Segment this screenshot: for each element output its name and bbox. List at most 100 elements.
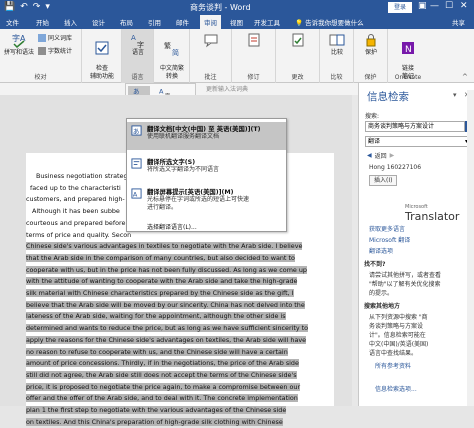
group-label-language: 语言 xyxy=(131,74,144,81)
back-button[interactable]: 返回 xyxy=(375,151,387,160)
search-elsewhere-header: 搜索其他地方 xyxy=(364,303,401,310)
collapse-ribbon-icon[interactable]: ^ xyxy=(462,73,468,81)
not-found-header: 找不到? xyxy=(364,261,386,268)
group-onenote: N 链接 笔记 OneNote xyxy=(388,29,428,83)
not-found-text: 的提示。 xyxy=(369,290,394,297)
svg-text:A: A xyxy=(133,190,138,198)
tab-developer[interactable]: 开发工具 xyxy=(254,17,280,27)
search-input[interactable]: 商务谈判策略与方案设计 xyxy=(365,121,465,132)
window-title: 商务谈判 - Word xyxy=(190,3,251,12)
compare-button[interactable]: 比较 xyxy=(322,32,352,57)
translate-document-icon: あ xyxy=(131,125,142,136)
track-changes-button[interactable] xyxy=(236,32,272,49)
pane-options-icon[interactable]: ▾ xyxy=(453,91,457,99)
tab-home[interactable]: 开始 xyxy=(36,17,49,27)
check-accessibility-button[interactable]: 检查 辅助功能 xyxy=(84,32,120,81)
group-label-protect: 保护 xyxy=(364,74,377,81)
not-found-text: 请尝试其他拼写，或者查看 xyxy=(369,272,442,279)
redo-icon[interactable]: ↷ xyxy=(33,2,41,12)
doc-line: price, it is proposed to negotiate the p… xyxy=(26,382,301,391)
group-chinese-conversion: 繁简 中文简繁 转换 xyxy=(154,29,190,83)
accept-button[interactable] xyxy=(280,32,316,49)
svg-text:字: 字 xyxy=(137,40,144,48)
close-icon[interactable]: ✕ xyxy=(460,1,468,11)
tab-references[interactable]: 引用 xyxy=(148,17,161,27)
research-pane-scrollbar[interactable] xyxy=(467,90,474,406)
research-options-link[interactable]: 信息检索选项... xyxy=(375,385,417,394)
doc-line: that the Arab side in the comparison of … xyxy=(26,253,295,262)
menu-item-translate-selection[interactable]: 翻译所选文字(S) 将所选文字翻译为不同语言 xyxy=(127,155,286,179)
customize-qat-icon[interactable]: ▾ xyxy=(45,2,50,12)
new-comment-button[interactable] xyxy=(194,32,228,49)
doc-line: believe that the Arab side will be moved… xyxy=(26,300,305,309)
microsoft-translator-link[interactable]: Microsoft 翻译 xyxy=(369,236,410,245)
minimize-icon[interactable]: — xyxy=(430,1,439,11)
service-select[interactable]: 翻译▾ xyxy=(365,136,471,147)
group-label-comments: 批注 xyxy=(204,74,217,81)
tab-mailings[interactable]: 邮件 xyxy=(176,17,189,27)
doc-line: with the attitude of wanting to cooperat… xyxy=(26,277,298,286)
get-more-languages-link[interactable]: 获取更多语言 xyxy=(369,225,405,234)
group-protect: 保护 保护 xyxy=(354,29,388,83)
save-icon[interactable]: 💾 xyxy=(4,2,15,12)
doc-line: amount of price concessions. Thirdly, if… xyxy=(26,359,299,368)
tab-file[interactable]: 文件 xyxy=(6,17,19,27)
search-elsewhere-text: 中文(中国)/英语(美国) xyxy=(369,341,429,348)
tab-insert[interactable]: 插入 xyxy=(64,17,77,27)
login-button[interactable]: 登录 xyxy=(388,2,412,13)
compare-icon xyxy=(329,34,345,46)
all-reference-books-link[interactable]: 所有参考资料 xyxy=(375,362,411,371)
protect-button[interactable]: 保护 xyxy=(356,32,386,57)
word-count-icon xyxy=(38,46,46,55)
onenote-icon: N xyxy=(402,42,414,55)
svg-text:あ: あ xyxy=(133,127,139,135)
ribbon-tab-bar: 文件 开始 插入 设计 布局 引用 邮件 审阅 视图 开发工具 💡 告诉我你想要… xyxy=(0,15,474,29)
chinese-conversion-button[interactable]: 繁简 中文简繁 转换 xyxy=(156,32,188,81)
group-compare: 比较 比较 xyxy=(320,29,354,83)
group-label-tracking: 修订 xyxy=(247,74,260,81)
tab-design[interactable]: 设计 xyxy=(92,17,105,27)
tab-review[interactable]: 审阅 xyxy=(200,15,221,29)
tell-me-box[interactable]: 💡 告诉我你想要做什么 xyxy=(295,17,364,27)
thesaurus-button[interactable]: 同义词库 xyxy=(38,33,72,42)
undo-icon[interactable]: ↶ xyxy=(20,2,28,12)
spelling-check-icon: 字A xyxy=(12,33,26,48)
group-proofing: 字A 拼写和语法 同义词库 字数统计 校对 xyxy=(0,29,82,83)
menu-item-mini-translator[interactable]: A 翻译屏幕提示[英语(美国)](M) 光标悬停在字词或所选的短语上可快速 进行… xyxy=(127,185,286,217)
doc-line: still did not agree, the Arab side still… xyxy=(26,370,297,379)
tab-layout[interactable]: 布局 xyxy=(120,17,133,27)
tab-view[interactable]: 视图 xyxy=(230,17,243,27)
back-icon[interactable]: ◀ xyxy=(367,152,372,159)
lock-icon xyxy=(366,34,376,47)
translation-options-link[interactable]: 翻译选项 xyxy=(369,247,393,256)
share-button[interactable]: 共享 xyxy=(452,17,465,27)
translate-selection-icon xyxy=(131,158,142,169)
language-icon: A字 xyxy=(131,34,144,48)
track-changes-icon xyxy=(248,33,260,47)
doc-line: determined and wants to reduce the price… xyxy=(26,324,309,333)
menu-item-translate-document[interactable]: あ 翻译文档[中文(中国) 至 英语(美国)](T) 使用联机翻译服务翻译文档 xyxy=(127,122,286,150)
lightbulb-icon: 💡 xyxy=(295,19,304,27)
update-ime-dictionary-button[interactable]: 更新输入法词典 xyxy=(206,84,248,93)
word-count-button[interactable]: 字数统计 xyxy=(38,46,72,55)
ribbon-display-icon[interactable]: ▣ xyxy=(418,1,427,11)
spelling-grammar-button[interactable]: 字A 拼写和语法 xyxy=(2,32,36,57)
doc-line: apply the reasons for the Chinese side's… xyxy=(26,335,307,344)
language-button[interactable]: A字 语言 xyxy=(124,32,152,57)
pane-title: 信息检索 xyxy=(367,91,409,103)
menu-item-choose-language[interactable]: 选择翻译语言(L)... xyxy=(147,222,197,231)
search-elsewhere-text: 语言中查找结果。 xyxy=(369,350,418,357)
forward-icon[interactable]: ▶ xyxy=(390,152,395,159)
insert-button[interactable]: 插入(I) xyxy=(369,175,398,186)
translator-logo: Translator xyxy=(405,210,460,223)
svg-text:N: N xyxy=(405,45,412,55)
search-elsewhere-text: 从下列资源中搜索 "商 xyxy=(369,314,428,321)
accessibility-icon xyxy=(95,41,109,55)
maximize-icon[interactable]: ☐ xyxy=(445,1,453,11)
svg-text:简: 简 xyxy=(172,48,179,56)
group-changes: 更改 xyxy=(276,29,320,83)
doc-line: offer and the offer of the Arab side, an… xyxy=(26,394,298,403)
svg-text:繁: 繁 xyxy=(164,41,171,50)
mini-translator-icon: A xyxy=(131,188,142,199)
doc-line: silk material with Chinese characteristi… xyxy=(26,289,294,298)
